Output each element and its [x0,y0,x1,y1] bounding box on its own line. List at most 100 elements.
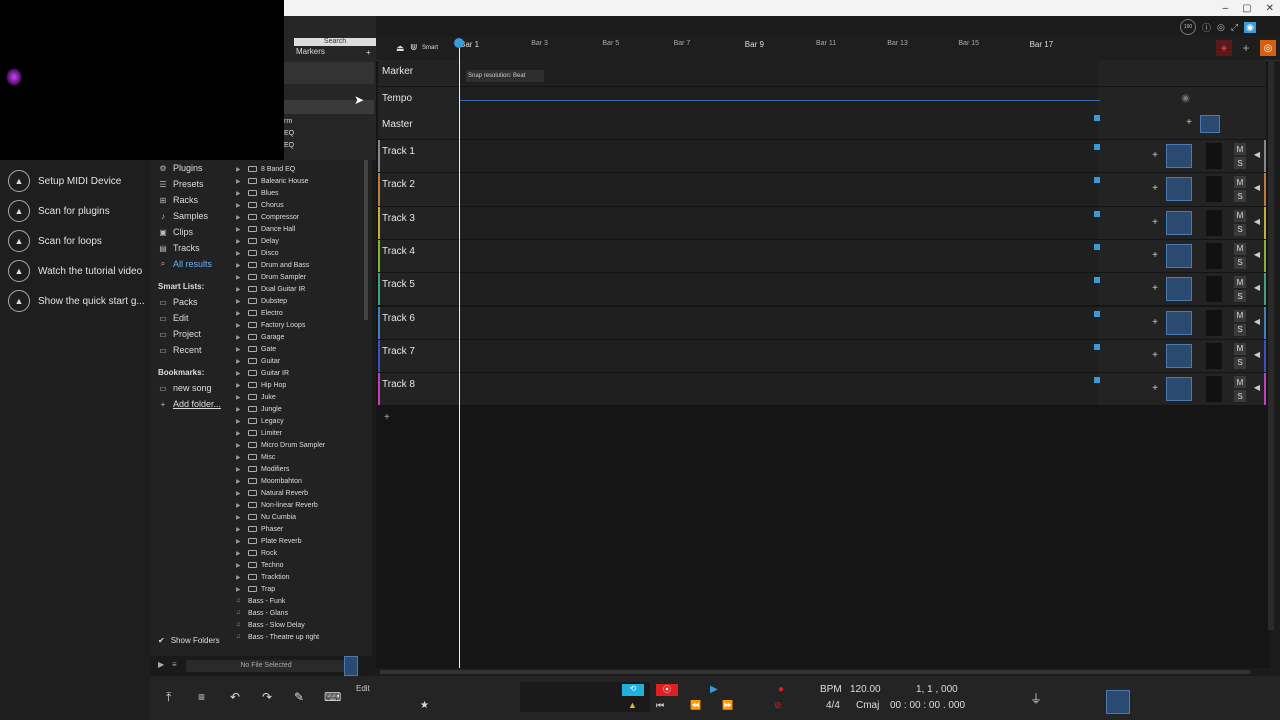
folder-item[interactable]: ▶ Non-linear Reverb [236,499,366,511]
tempo-node-icon[interactable]: ◉ [1181,93,1190,104]
record-arm-icon[interactable]: ◎ [1260,40,1276,56]
folder-item[interactable]: ▶ Blues [236,187,366,199]
automation-icon[interactable] [1094,210,1100,217]
folder-item[interactable]: ▶ Dual Guitar IR [236,283,366,295]
folder-item[interactable]: ▶ Legacy [236,415,366,427]
play-icon[interactable]: ▶ [158,660,164,669]
folder-item[interactable]: ▶ Limiter [236,427,366,439]
folder-item[interactable]: ▶ Guitar [236,355,366,367]
folder-item[interactable]: ▶ Dance Hall [236,223,366,235]
redo-icon[interactable]: ↷ [262,690,272,704]
folder-item[interactable]: ▶ Electro [236,307,366,319]
folder-item[interactable]: ▶ Tracktion [236,571,366,583]
smart-label[interactable]: Smart [422,45,438,51]
time-signature[interactable]: 4/4 [826,700,840,711]
folder-item[interactable]: ▶ Natural Reverb [236,487,366,499]
automation-icon[interactable] [1094,377,1100,384]
add-plugin-icon[interactable]: + [1152,350,1158,361]
quick-start-item[interactable]: ▲ Watch the tutorial video [8,260,142,282]
browser-scrollbar[interactable] [364,160,368,320]
mute-button[interactable]: M [1234,342,1246,355]
expand-icon[interactable]: ⤢ [1231,22,1238,33]
speaker-icon[interactable]: ◀ [1254,283,1260,292]
add-plugin-icon[interactable]: + [1152,317,1158,328]
mute-button[interactable]: M [1234,376,1246,389]
nav-item[interactable]: ⊞ Racks [158,192,236,208]
speaker-icon[interactable]: ◀ [1254,317,1260,326]
add-plugin-icon[interactable]: + [1152,250,1158,261]
go-start-icon[interactable]: ⏮ [656,700,664,711]
track-lane[interactable] [458,113,1098,139]
automation-icon[interactable] [1094,144,1100,150]
mute-button[interactable]: M [1234,176,1246,189]
automation-icon[interactable] [1094,115,1100,121]
folder-item[interactable]: ▶ Guitar IR [236,367,366,379]
folder-item[interactable]: ▶ Gate [236,343,366,355]
partial-item[interactable]: EQ [284,140,294,152]
keyboard-icon[interactable]: ⌨ [324,690,341,704]
solo-button[interactable]: S [1234,256,1246,269]
folder-item[interactable]: ▶ Misc [236,451,366,463]
fast-forward-icon[interactable]: ⏩ [722,700,733,711]
cpu-icon[interactable]: ◎ [1217,22,1225,33]
nav-item[interactable]: ⚙ Plugins [158,160,236,176]
plugin-slot[interactable] [1166,310,1192,335]
preset-item[interactable]: ♫ Bass - Funk [236,595,366,607]
special-track-row[interactable]: Master + [378,113,1266,140]
folder-item[interactable]: ▶ Techno [236,559,366,571]
stop-record-icon[interactable]: ⊘ [774,700,782,711]
folder-item[interactable]: ▶ Nu Cumbia [236,511,366,523]
add-plugin-icon[interactable]: + [1186,117,1192,128]
folder-item[interactable]: ▶ Balearic House [236,175,366,187]
eye-icon[interactable]: ◉ [1244,21,1256,33]
track-row[interactable]: Track 3 + M S ◀ [378,206,1266,240]
close-search-icon[interactable]: ✕ [366,38,373,47]
close-icon[interactable]: ✕ [1266,3,1274,14]
add-folder-link[interactable]: + Add folder... [158,396,236,412]
partial-item[interactable]: rm [284,116,294,128]
key-signature[interactable]: Cmaj [856,700,879,711]
track-lane[interactable] [458,173,1098,206]
track-row[interactable]: Track 8 + M S ◀ [378,373,1266,407]
quick-start-item[interactable]: ▲ Scan for loops [8,230,102,252]
solo-button[interactable]: S [1234,356,1246,369]
solo-button[interactable]: S [1234,157,1246,169]
folder-item[interactable]: ▶ Garage [236,331,366,343]
add-track-plus[interactable]: + [384,412,390,423]
automation-icon[interactable] [1094,310,1100,317]
plug-icon[interactable]: ⏚ [1030,690,1042,707]
mute-button[interactable]: M [1234,242,1246,255]
folder-item[interactable]: ▶ Rock [236,547,366,559]
rewind-icon[interactable]: ⏪ [690,700,701,711]
track-lane[interactable] [458,339,1098,373]
speaker-icon[interactable]: ◀ [1254,383,1260,392]
timeline-ruler[interactable]: ⏏ ⋓ Smart Bar 1 Bar 9 Bar 17 Bar 3 Bar 5 Bar … [376,36,1280,61]
solo-button[interactable]: S [1234,390,1246,403]
folder-item[interactable]: ▶ Trap [236,583,366,595]
speaker-icon[interactable]: ◀ [1254,250,1260,259]
folder-item[interactable]: ▶ Jungle [236,403,366,415]
plugin-slot[interactable] [1166,277,1192,302]
folder-item[interactable]: ▶ Chorus [236,199,366,211]
track-row[interactable]: Track 1 + M S ◀ [378,140,1266,174]
maximize-icon[interactable]: ▢ [1242,3,1251,14]
automation-icon[interactable] [1094,177,1100,184]
folder-item[interactable]: ▶ Phaser [236,523,366,535]
folder-item[interactable]: ▶ Drum and Bass [236,259,366,271]
track-lane[interactable] [458,206,1098,239]
track-name[interactable]: Track 8 [382,379,415,390]
plugin-slot[interactable] [1166,343,1192,368]
folder-item[interactable]: ▶ Juke [236,391,366,403]
time-position[interactable]: 00 : 00 : 00 . 000 [890,700,965,711]
folder-item[interactable]: ▶ Disco [236,247,366,259]
export-icon[interactable]: ⤒ [166,690,171,705]
solo-button[interactable]: S [1234,190,1246,203]
plugin-slot[interactable] [1166,243,1192,268]
speaker-icon[interactable]: ◀ [1254,350,1260,359]
preset-item[interactable]: ♫ Bass - Glans [236,607,366,619]
add-plugin-icon[interactable]: + [1152,150,1158,161]
add-icon[interactable]: + [366,48,371,57]
track-name[interactable]: Track 1 [382,146,415,157]
search-input[interactable]: Search [294,38,376,46]
track-lane[interactable] [458,273,1098,306]
